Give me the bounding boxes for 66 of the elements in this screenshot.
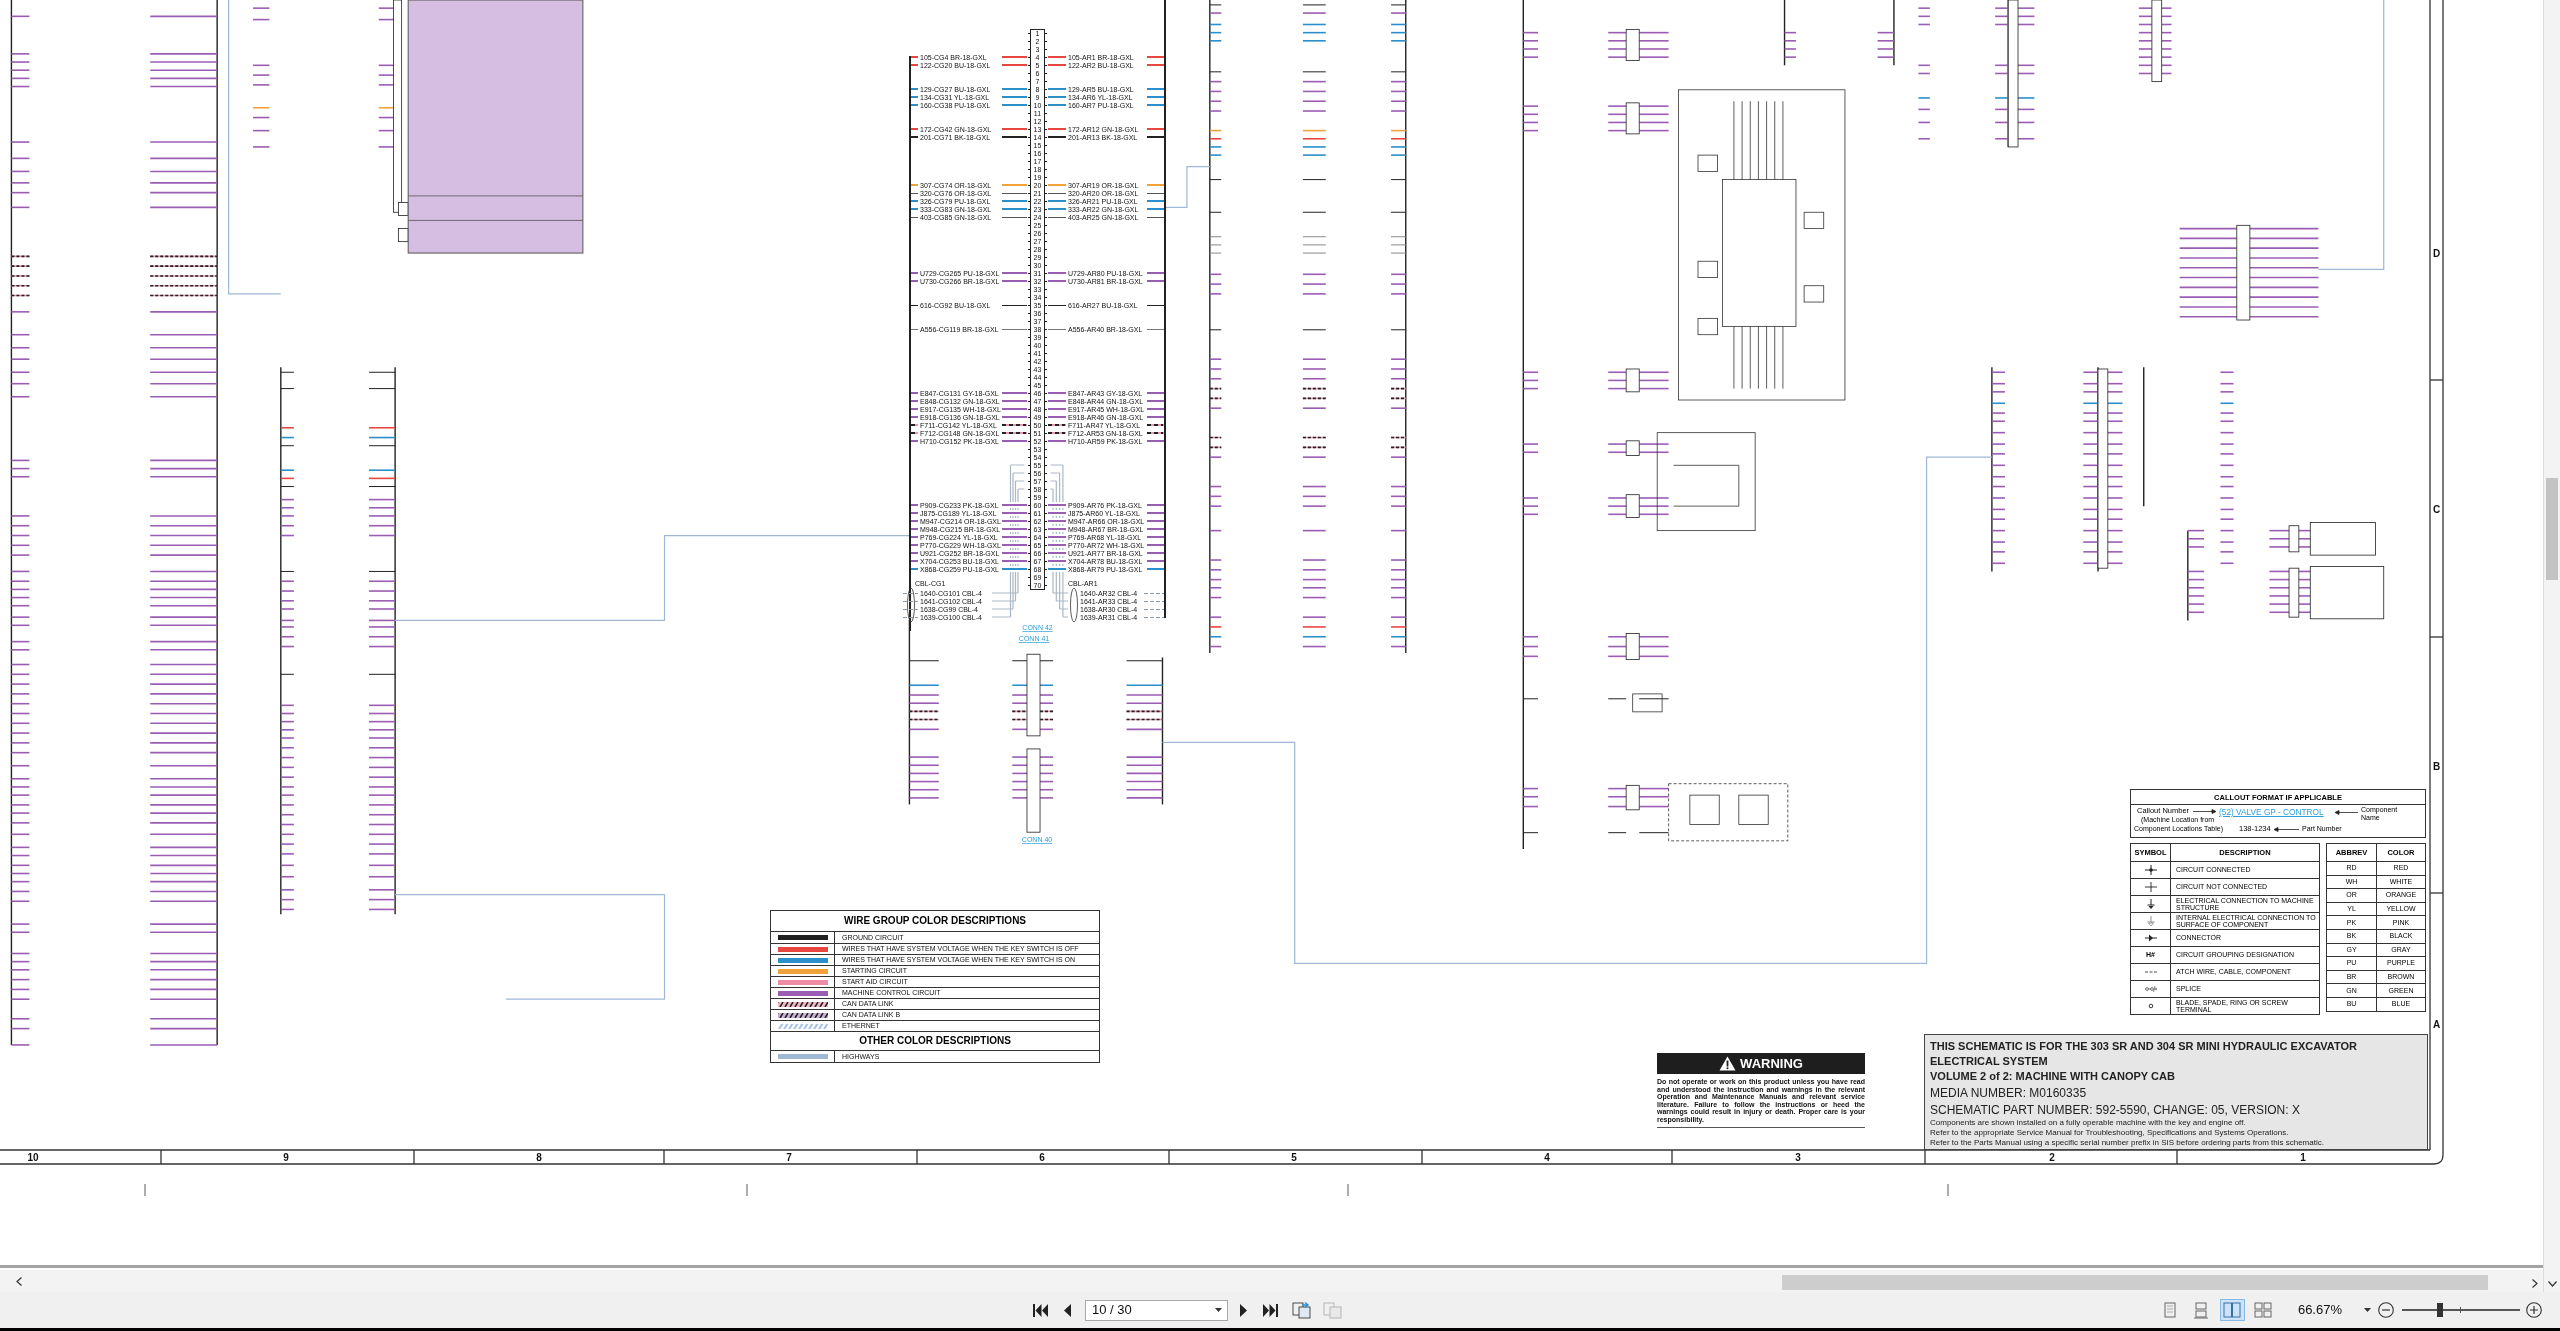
cable-wire — [1144, 600, 1164, 602]
pages-arrow-icon — [1291, 1301, 1311, 1319]
highway-line — [1164, 165, 1211, 208]
caret-icon — [1215, 1308, 1222, 1312]
schematic-title: THIS SCHEMATIC IS FOR THE 303 SR AND 304 SR MINI HYDRAULIC EXCAVATOR ELECTRICAL SYSTEM — [1930, 1039, 2358, 1069]
cable-wire — [1144, 592, 1164, 594]
pages-icon — [1322, 1301, 1342, 1319]
zoom-dropdown[interactable]: 66.67% — [2297, 1298, 2371, 1322]
caret-icon — [2364, 1308, 2371, 1312]
cable-shield — [1070, 587, 1078, 623]
leader-arrow — [2335, 810, 2358, 815]
media-number: MEDIA NUMBER: M0160335 — [1930, 1085, 2088, 1102]
cable-wire — [903, 616, 918, 618]
cable-wire — [1144, 608, 1164, 610]
grid-column-label: 6 — [1039, 1152, 1045, 1163]
cable-wire — [1144, 616, 1164, 618]
page-field[interactable]: 10 / 30 — [1085, 1299, 1228, 1321]
warning-title: WARNING — [1740, 1056, 1803, 1071]
warning-icon — [1719, 1056, 1737, 1071]
scrollbar-thumb[interactable] — [2546, 478, 2558, 580]
cable-wire — [903, 592, 918, 594]
two-pages-icon — [2223, 1301, 2242, 1319]
note-text: Refer to the appropriate Service Manual for Troubleshooting, Specifications and Systems Operations. — [1930, 1128, 2290, 1138]
stacked-pages-icon — [2192, 1301, 2211, 1319]
first-page-icon — [1032, 1303, 1048, 1317]
component-link[interactable]: (52) VALVE GP - CONTROL — [2219, 807, 2324, 817]
grid-row-label: A — [2432, 1018, 2441, 1030]
chevron-right-icon[interactable] — [2532, 1279, 2538, 1288]
note-text: Components are shown installed on a fully operable machine with the key and engine off. — [1930, 1118, 2247, 1128]
legend-title: OTHER COLOR DESCRIPTIONS — [859, 1035, 1011, 1047]
zoom-out-icon — [2377, 1302, 2394, 1318]
grid-row-label: C — [2432, 503, 2441, 515]
grid-column-label: 4 — [1544, 1152, 1550, 1163]
grid-column-label: 1 — [2300, 1152, 2306, 1163]
previous-page-icon — [1063, 1303, 1071, 1317]
volume-title: VOLUME 2 of 2: MACHINE WITH CANOPY CAB — [1930, 1069, 2176, 1084]
last-page-icon — [1262, 1303, 1278, 1317]
leader-arrow — [2274, 826, 2299, 832]
scrollbar-thumb[interactable] — [1782, 1275, 2488, 1290]
grid-row-label: B — [2432, 760, 2441, 772]
grid-column-label: 7 — [786, 1152, 792, 1163]
note-text: Refer to the Parts Manual using a specific serial number prefix in SIS before ordering parts from this schematic. — [1930, 1138, 2325, 1148]
grid-column-label: 2 — [2049, 1152, 2055, 1163]
legend-title: WIRE GROUP COLOR DESCRIPTIONS — [843, 915, 1027, 927]
view-mode-button[interactable] — [2219, 1299, 2245, 1321]
cable-wire — [903, 608, 918, 610]
grid-column-label: 3 — [1795, 1152, 1801, 1163]
cable-shield — [907, 587, 915, 623]
zoom-in-icon — [2526, 1302, 2542, 1318]
cable-wire — [903, 600, 918, 602]
leader-arrow — [2193, 809, 2216, 814]
component-drawing — [1632, 693, 1663, 713]
grid-row-label: D — [2432, 247, 2441, 259]
part-number: SCHEMATIC PART NUMBER: 592-5590, CHANGE: 05, VERSION: X — [1930, 1102, 2301, 1118]
split-pages-icon — [2254, 1301, 2273, 1319]
chevron-down-icon[interactable] — [2548, 1281, 2557, 1287]
chevron-left-icon[interactable] — [16, 1277, 22, 1286]
next-page-icon — [1239, 1303, 1247, 1317]
slider-thumb[interactable] — [2436, 1303, 2443, 1317]
grid-column-label: 8 — [536, 1152, 542, 1163]
horizontal-scrollbar[interactable] — [0, 1270, 2543, 1292]
grid-column-label: 5 — [1291, 1152, 1297, 1163]
vertical-scrollbar[interactable] — [2543, 0, 2560, 1292]
grid-column-label: 9 — [283, 1152, 289, 1163]
zoom-slider[interactable] — [2402, 1303, 2520, 1317]
grid-column-label: 10 — [27, 1152, 39, 1163]
